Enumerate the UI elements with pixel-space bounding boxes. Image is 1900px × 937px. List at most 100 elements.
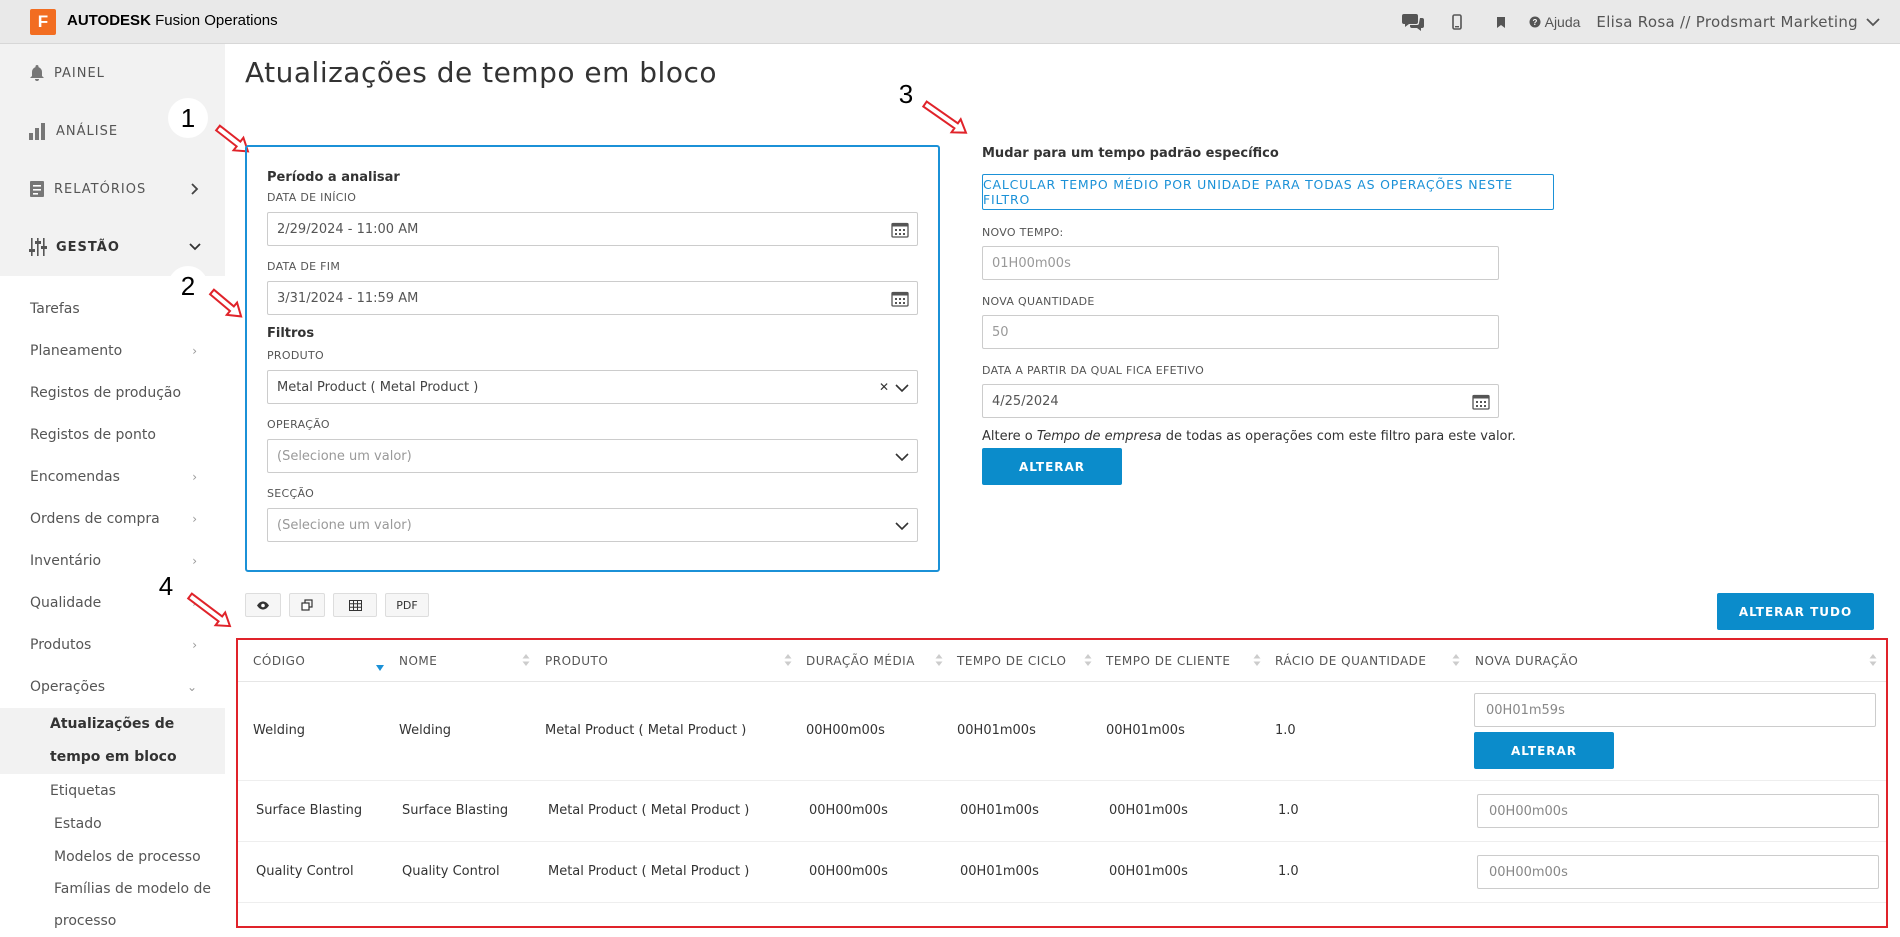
sidebar-item-ordens-compra[interactable]: Ordens de compra › xyxy=(0,498,225,540)
chat-icon[interactable] xyxy=(1391,0,1435,44)
start-date-input[interactable]: 2/29/2024 - 11:00 AM xyxy=(267,212,918,246)
table-header: CÓDIGO NOME PRODUTO DURAÇÃO MÉDIA TEMPO … xyxy=(238,640,1886,682)
new-duration-input[interactable]: 00H01m59s xyxy=(1474,693,1876,727)
change-title: Mudar para um tempo padrão específico xyxy=(982,146,1279,161)
product-value: Metal Product ( Metal Product ) xyxy=(277,379,479,395)
effective-date-input[interactable]: 4/25/2024 xyxy=(982,384,1499,418)
new-quantity-input[interactable]: 50 xyxy=(982,315,1499,349)
chevron-down-icon[interactable] xyxy=(895,519,909,533)
new-time-value: 01H00m00s xyxy=(992,255,1071,271)
sidebar-sub-label: Atualizações de tempo em bloco xyxy=(50,716,177,765)
calendar-icon[interactable] xyxy=(1472,393,1490,410)
col-header-duracao-media[interactable]: DURAÇÃO MÉDIA xyxy=(806,654,915,668)
sidebar-item-registos-producao[interactable]: Registos de produção xyxy=(0,372,225,414)
col-header-tempo-cliente[interactable]: TEMPO DE CLIENTE xyxy=(1106,654,1230,668)
sidebar-item-encomendas[interactable]: Encomendas › xyxy=(0,456,225,498)
sliders-icon xyxy=(29,238,47,256)
cell-avg-duration: 00H00m00s xyxy=(809,864,888,879)
sidebar-item-operacoes[interactable]: Operações ⌄ xyxy=(0,666,225,708)
pdf-export-button[interactable]: PDF xyxy=(385,593,429,617)
report-icon xyxy=(30,181,44,197)
user-menu[interactable]: Elisa Rosa // Prodsmart Marketing xyxy=(1596,13,1858,31)
sidebar-item-produtos[interactable]: Produtos › xyxy=(0,624,225,666)
cell-name: Quality Control xyxy=(402,864,500,879)
calendar-icon[interactable] xyxy=(891,221,909,238)
alter-all-button[interactable]: ALTERAR TUDO xyxy=(1717,593,1874,630)
chevron-down-icon: ⌄ xyxy=(186,680,197,694)
sidebar-item-label: Ordens de compra xyxy=(30,511,160,527)
sort-icon[interactable] xyxy=(1452,653,1460,667)
calculate-average-button[interactable]: CALCULAR TEMPO MÉDIO POR UNIDADE PARA TO… xyxy=(982,174,1554,210)
new-duration-input[interactable]: 00H00m00s xyxy=(1477,855,1879,889)
sidebar-item-label: GESTÃO xyxy=(56,239,120,255)
sidebar-item-registos-ponto[interactable]: Registos de ponto xyxy=(0,414,225,456)
sort-icon[interactable] xyxy=(1084,653,1092,667)
col-header-codigo[interactable]: CÓDIGO xyxy=(253,654,305,668)
operations-table: CÓDIGO NOME PRODUTO DURAÇÃO MÉDIA TEMPO … xyxy=(236,638,1888,928)
table-icon[interactable] xyxy=(333,593,377,617)
alter-button-label: ALTERAR xyxy=(1018,459,1086,474)
chevron-down-icon[interactable] xyxy=(1858,0,1888,44)
operation-select[interactable]: (Selecione um valor) xyxy=(267,439,918,473)
annotation-badge-2: 2 xyxy=(168,266,208,306)
chevron-down-icon[interactable] xyxy=(895,381,909,395)
col-header-produto[interactable]: PRODUTO xyxy=(545,654,608,668)
sort-icon[interactable] xyxy=(784,653,792,667)
cell-product: Metal Product ( Metal Product ) xyxy=(548,803,750,818)
chevron-right-icon: › xyxy=(192,596,197,610)
new-time-input[interactable]: 01H00m00s xyxy=(982,246,1499,280)
eye-icon[interactable] xyxy=(245,593,281,617)
sort-icon[interactable] xyxy=(522,653,530,667)
col-header-tempo-ciclo[interactable]: TEMPO DE CICLO xyxy=(957,654,1066,668)
cell-client-time: 00H01m00s xyxy=(1106,723,1185,738)
note-pre: Altere o xyxy=(982,429,1037,444)
col-header-racio-quantidade[interactable]: RÁCIO DE QUANTIDADE xyxy=(1275,654,1427,668)
row-alter-button[interactable]: ALTERAR xyxy=(1474,732,1614,769)
autodesk-logo[interactable]: F xyxy=(30,9,56,35)
sidebar-item-painel[interactable]: PAINEL xyxy=(0,44,225,102)
brand-bold: AUTODESK xyxy=(67,12,151,29)
cell-code: Surface Blasting xyxy=(256,803,363,818)
col-header-nova-duracao[interactable]: NOVA DURAÇÃO xyxy=(1475,654,1578,668)
end-date-input[interactable]: 3/31/2024 - 11:59 AM xyxy=(267,281,918,315)
sort-icon[interactable] xyxy=(935,653,943,667)
table-row: Welding Welding Metal Product ( Metal Pr… xyxy=(238,682,1886,781)
sidebar-item-label: Registos de produção xyxy=(30,385,182,401)
sidebar-item-inventario[interactable]: Inventário › xyxy=(0,540,225,582)
sidebar-sub-familias-modelo[interactable]: Famílias de modelo de processo xyxy=(0,873,225,937)
pdf-label: PDF xyxy=(396,598,418,612)
cell-cycle-time: 00H01m00s xyxy=(960,803,1039,818)
chevron-down-icon xyxy=(189,243,201,251)
cell-product: Metal Product ( Metal Product ) xyxy=(548,864,750,879)
mobile-icon[interactable] xyxy=(1435,0,1479,44)
alter-button[interactable]: ALTERAR xyxy=(982,448,1122,485)
annotation-arrow-3 xyxy=(921,100,968,134)
operation-placeholder: (Selecione um valor) xyxy=(277,448,412,464)
sidebar-sub-modelos-processo[interactable]: Modelos de processo xyxy=(0,840,225,873)
cell-cycle-time: 00H01m00s xyxy=(960,864,1039,879)
sidebar-sub-estado[interactable]: Estado xyxy=(0,807,225,840)
new-duration-input[interactable]: 00H00m00s xyxy=(1477,794,1879,828)
row-alter-label: ALTERAR xyxy=(1510,743,1578,758)
sort-icon[interactable] xyxy=(1253,653,1261,667)
sidebar-item-qualidade[interactable]: Qualidade › xyxy=(0,582,225,624)
section-select[interactable]: (Selecione um valor) xyxy=(267,508,918,542)
sidebar-item-relatorios[interactable]: RELATÓRIOS xyxy=(0,160,225,218)
col-header-nome[interactable]: NOME xyxy=(399,654,437,668)
sort-desc-icon[interactable] xyxy=(376,661,384,675)
calendar-icon[interactable] xyxy=(891,290,909,307)
cell-avg-duration: 00H00m00s xyxy=(809,803,888,818)
help-link[interactable]: ? Ajuda xyxy=(1529,14,1580,30)
copy-icon[interactable] xyxy=(289,593,325,617)
cell-quantity-ratio: 1.0 xyxy=(1278,864,1299,879)
product-select[interactable]: Metal Product ( Metal Product ) ✕ xyxy=(267,370,918,404)
chevron-right-icon: › xyxy=(192,554,197,568)
sidebar-sub-etiquetas[interactable]: Etiquetas xyxy=(0,774,225,807)
clear-icon[interactable]: ✕ xyxy=(879,380,889,394)
chevron-down-icon[interactable] xyxy=(895,450,909,464)
sort-icon[interactable] xyxy=(1869,653,1877,667)
chevron-right-icon xyxy=(191,183,199,195)
sidebar-sub-atualizacoes-tempo-bloco[interactable]: Atualizações de tempo em bloco xyxy=(0,708,225,774)
sidebar-item-planeamento[interactable]: Planeamento › xyxy=(0,330,225,372)
bookmark-icon[interactable] xyxy=(1479,0,1523,44)
